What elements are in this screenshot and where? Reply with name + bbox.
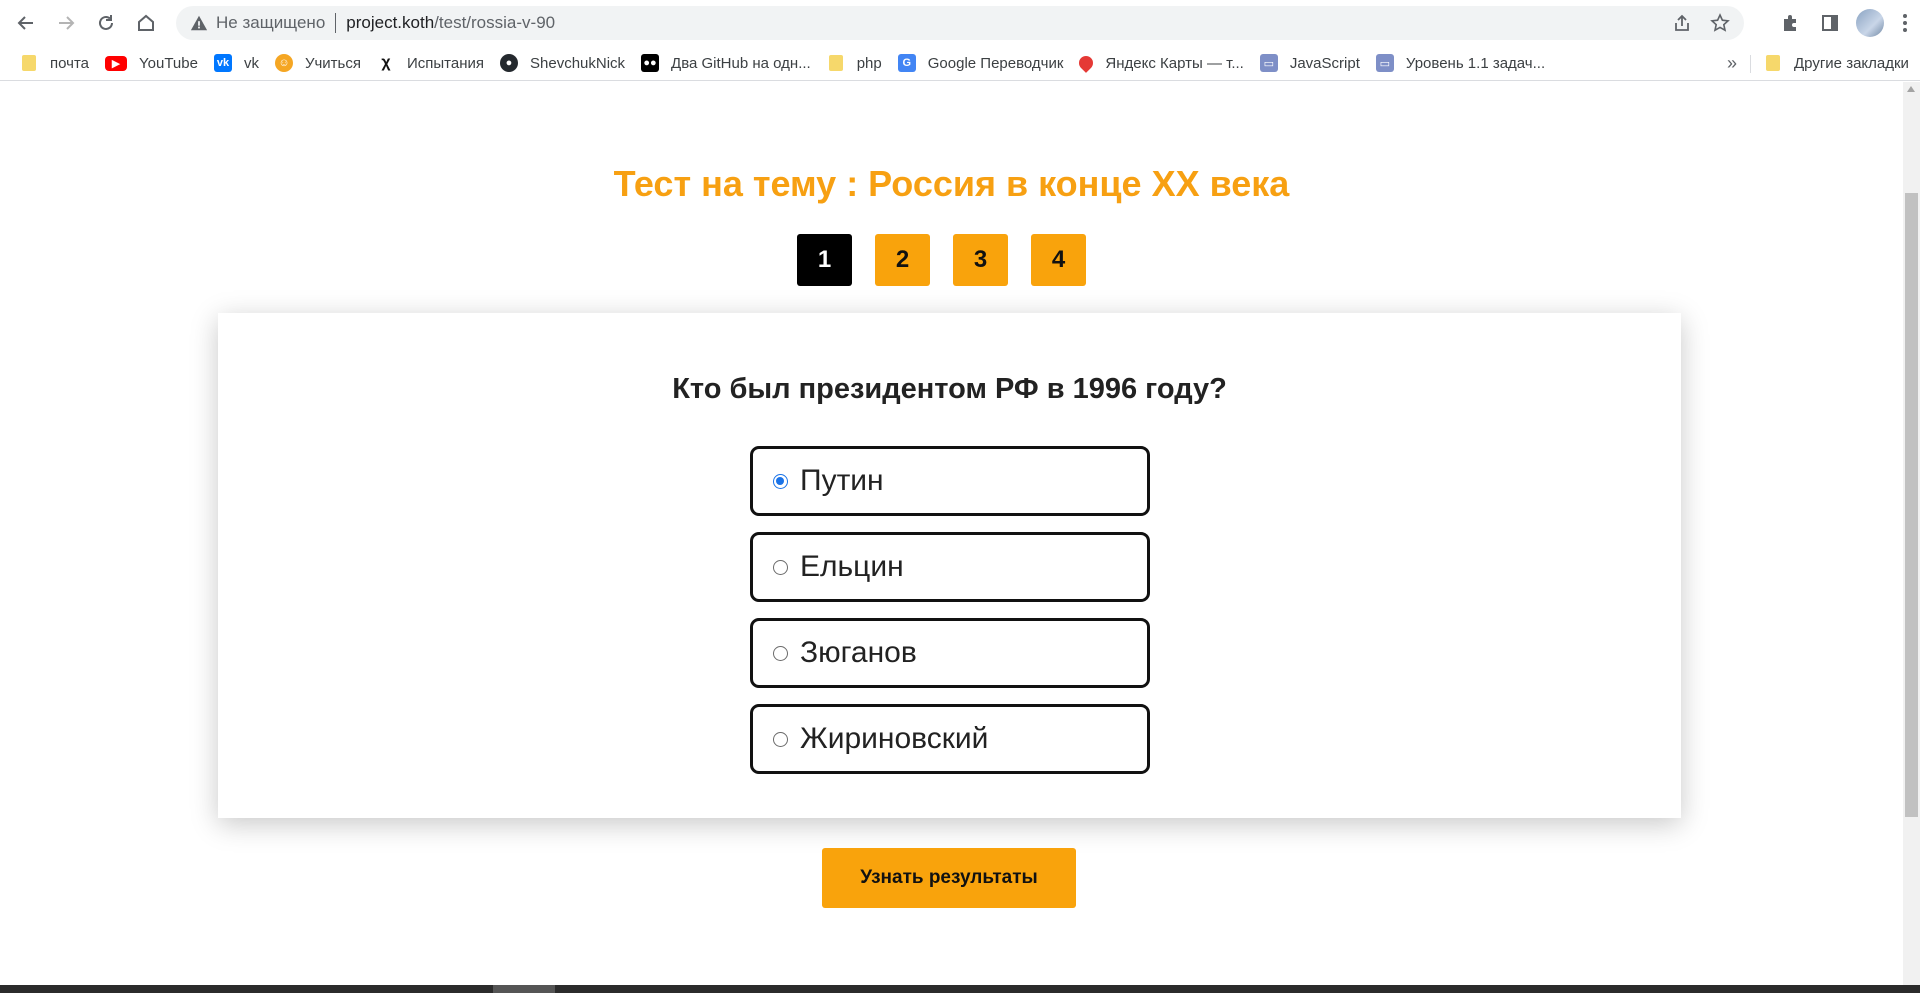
bookmark-youtube[interactable]: ▶ YouTube (97, 49, 206, 77)
bookmark-label: Яндекс Карты — т... (1105, 54, 1244, 72)
page-content: Тест на тему : Россия в конце XX века 1 … (0, 82, 1903, 985)
radio-button[interactable] (773, 731, 788, 747)
taskbar-strip (0, 985, 1920, 993)
question-card: Кто был президентом РФ в 1996 году? Пути… (218, 313, 1681, 818)
youtube-icon: ▶ (105, 55, 127, 71)
folder-icon (20, 54, 38, 72)
bookmark-label: Испытания (406, 54, 484, 72)
bookmark-label: JavaScript (1289, 54, 1360, 72)
question-text: Кто был президентом РФ в 1996 году? (672, 373, 1227, 405)
side-panel-button[interactable] (1810, 3, 1850, 43)
bookmark-javascript[interactable]: ▭ JavaScript (1252, 49, 1368, 77)
map-pin-icon (1076, 53, 1097, 73)
bookmark-label: Два GitHub на одн... (671, 54, 811, 72)
scroll-up-arrow-icon[interactable] (1907, 86, 1915, 92)
vk-icon: vk (213, 54, 232, 72)
answer-list: Путин Ельцин Зюганов Жириновский (750, 446, 1150, 774)
bookmark-two-github[interactable]: ●● Два GitHub на одн... (633, 49, 819, 77)
bookmarks-divider (1750, 55, 1751, 73)
answer-option[interactable]: Путин (750, 446, 1150, 516)
answer-label: Жириновский (800, 722, 989, 755)
answer-option[interactable]: Ельцин (750, 532, 1150, 602)
url-text[interactable]: project.koth/test/rossia-v-90 (346, 13, 555, 33)
bookmark-php[interactable]: php (819, 49, 890, 77)
bookmarks-bar: почта ▶ YouTube vk vk ☺ Учиться χ Испыта… (0, 46, 1920, 81)
page-button-2[interactable]: 2 (875, 234, 930, 286)
home-button[interactable] (126, 3, 166, 43)
answer-label: Ельцин (800, 550, 904, 583)
browser-toolbar: Не защищено project.koth/test/rossia-v-9… (0, 0, 1920, 46)
translate-icon: G (897, 54, 916, 72)
laptop-icon: ▭ (1259, 54, 1278, 72)
address-actions (1672, 13, 1730, 33)
page-button-4[interactable]: 4 (1031, 234, 1086, 286)
radio-button[interactable] (773, 645, 788, 661)
profile-avatar[interactable] (1856, 9, 1884, 37)
toolbar-right (1770, 3, 1920, 43)
puzzle-icon (1784, 15, 1796, 31)
forward-button[interactable] (46, 3, 86, 43)
answer-option[interactable]: Жириновский (750, 704, 1150, 774)
github-icon: ● (500, 54, 518, 72)
bookmark-level-1-1[interactable]: ▭ Уровень 1.1 задач... (1368, 49, 1553, 77)
bookmark-label: ShevchukNick (530, 54, 626, 72)
folder-icon (827, 54, 845, 72)
bookmark-pochta[interactable]: почта (12, 49, 97, 77)
laptop-icon: ▭ (1375, 54, 1394, 72)
reload-icon (99, 15, 113, 30)
bookmark-ispytaniya[interactable]: χ Испытания (369, 49, 492, 77)
answer-label: Путин (800, 464, 884, 497)
browser-menu-button[interactable] (1890, 14, 1920, 32)
arrow-left-icon (17, 16, 33, 30)
page-button-3[interactable]: 3 (953, 234, 1008, 286)
bookmark-label: Уровень 1.1 задач... (1405, 54, 1546, 72)
bookmarks-overflow-button[interactable]: » (1720, 46, 1744, 81)
x-icon: χ (381, 54, 391, 71)
radio-button[interactable] (773, 473, 788, 489)
back-button[interactable] (6, 3, 46, 43)
address-bar[interactable]: Не защищено project.koth/test/rossia-v-9… (176, 6, 1744, 40)
address-divider (335, 13, 337, 33)
taskbar-segment (493, 985, 555, 993)
bookmark-shevchuknick[interactable]: ● ShevchukNick (492, 49, 633, 77)
home-icon (138, 14, 154, 31)
show-results-button[interactable]: Узнать результаты (822, 848, 1076, 908)
folder-icon (1764, 54, 1782, 72)
bookmark-yandex-maps[interactable]: Яндекс Карты — т... (1071, 49, 1251, 77)
bookmark-label: php (856, 54, 882, 72)
bookmark-uchitsya[interactable]: ☺ Учиться (267, 49, 369, 77)
page-button-1[interactable]: 1 (797, 234, 852, 286)
reload-button[interactable] (86, 3, 126, 43)
lion-icon: ☺ (274, 54, 293, 72)
url-host: project.koth (346, 13, 435, 32)
bookmark-label: почта (50, 54, 89, 72)
bookmark-label: Учиться (304, 54, 361, 72)
answer-label: Зюганов (800, 636, 917, 669)
bookmark-vk[interactable]: vk vk (206, 49, 267, 77)
url-path: /test/rossia-v-90 (434, 13, 556, 32)
bookmark-label: Google Переводчик (927, 54, 1064, 72)
question-pager: 1 2 3 4 (797, 234, 1086, 286)
page-title: Тест на тему : Россия в конце XX века (613, 163, 1290, 204)
bookmark-label: vk (243, 54, 259, 72)
extensions-button[interactable] (1770, 3, 1810, 43)
warning-icon[interactable] (190, 14, 208, 32)
radio-button[interactable] (773, 559, 788, 575)
security-status[interactable]: Не защищено (216, 13, 325, 33)
side-panel-icon (1822, 15, 1838, 31)
bookmark-label: YouTube (139, 54, 198, 72)
answer-option[interactable]: Зюганов (750, 618, 1150, 688)
medium-icon: ●● (641, 54, 660, 72)
bookmark-label: Другие закладки (1794, 54, 1909, 72)
share-icon[interactable] (1672, 13, 1692, 33)
bookmark-google-translate[interactable]: G Google Переводчик (890, 49, 1072, 77)
scrollbar[interactable] (1903, 82, 1920, 985)
scrollbar-thumb[interactable] (1905, 193, 1918, 817)
arrow-right-icon (59, 16, 75, 30)
star-icon[interactable] (1710, 13, 1730, 33)
bookmark-other[interactable]: Другие закладки (1756, 49, 1917, 77)
